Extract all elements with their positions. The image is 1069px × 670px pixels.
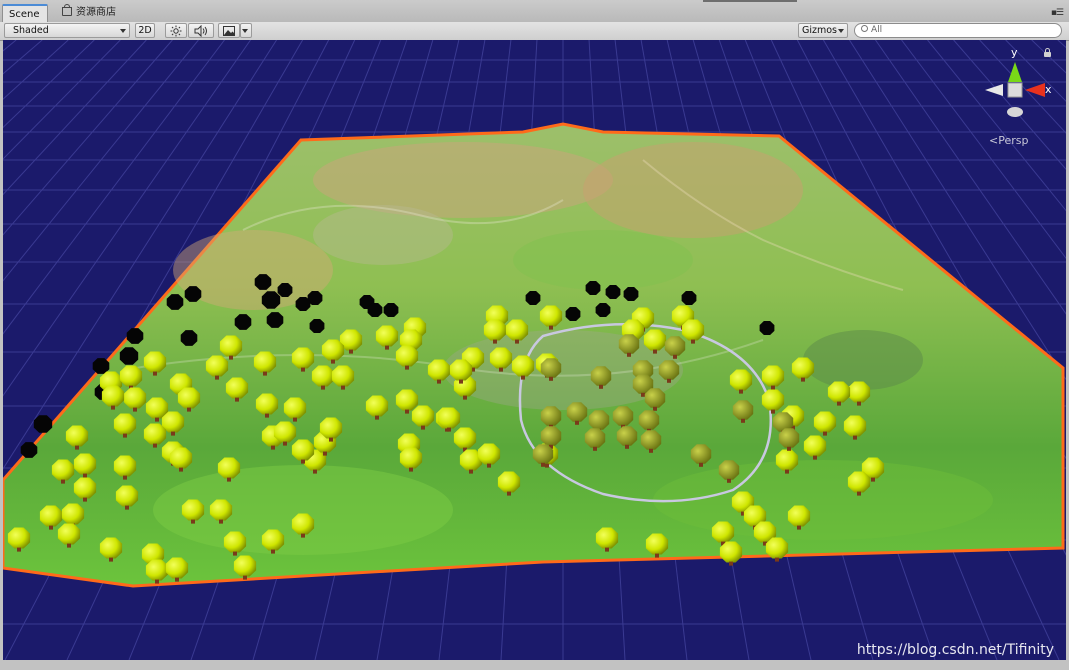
tree-shadow [234, 314, 252, 330]
tree-shadow [261, 291, 281, 309]
scene-audio-button[interactable] [188, 23, 214, 38]
scene-render: y x [3, 40, 1066, 660]
tree-shadow [565, 307, 581, 321]
tree-shadow [623, 287, 639, 301]
gizmos-label: Gizmos [802, 25, 838, 36]
gizmo-center-cube[interactable] [1007, 82, 1023, 98]
tab-scene-label: Scene [9, 9, 40, 20]
sun-icon [170, 25, 182, 37]
axis-y-label: y [1011, 46, 1018, 59]
axis-neg-y-cone[interactable] [1007, 107, 1023, 117]
tree-shadow [309, 319, 325, 333]
tab-strip-accent [703, 0, 797, 2]
lock-icon[interactable] [1044, 48, 1051, 57]
tree-shadow [20, 442, 38, 458]
scene-effects-button[interactable] [218, 23, 240, 38]
window-bottom-border [0, 660, 1069, 670]
tree-shadow [266, 312, 284, 328]
speaker-icon [194, 24, 207, 38]
tree-shadow [119, 347, 139, 365]
image-icon [223, 26, 235, 36]
tree-shadow [595, 303, 611, 317]
axis-x-label: x [1045, 83, 1052, 96]
editor-tab-strip: Scene 资源商店 ▪☰ [0, 0, 1069, 23]
tree-shadow [166, 294, 184, 310]
toggle-2d-button[interactable]: 2D [135, 23, 155, 38]
tree-shadow [295, 297, 311, 311]
tree-shadow [383, 303, 399, 317]
tree-shadow [33, 415, 53, 433]
tree-shadow [585, 281, 601, 295]
tree [719, 541, 743, 566]
tab-asset-store-label: 资源商店 [76, 7, 116, 18]
shading-mode-label: Shaded [13, 25, 49, 36]
toggle-2d-label: 2D [138, 25, 152, 36]
axis-y-cone[interactable] [1008, 62, 1022, 82]
shopping-bag-icon [62, 4, 72, 16]
gizmos-dropdown[interactable]: Gizmos [798, 23, 848, 38]
tree [765, 537, 789, 562]
tab-asset-store[interactable]: 资源商店 [56, 4, 136, 22]
chevron-down-icon [838, 29, 844, 33]
projection-toggle[interactable]: <Persp [989, 134, 1028, 147]
hierarchy-search-field[interactable] [854, 23, 1062, 38]
scene-toolbar: Shaded 2D Gizmos [0, 22, 1069, 41]
shading-mode-dropdown[interactable]: Shaded [4, 23, 130, 38]
projection-label: Persp [998, 134, 1029, 147]
search-input[interactable] [871, 24, 1051, 36]
tree-shadow [525, 291, 541, 305]
search-icon [861, 25, 868, 32]
scene-viewport[interactable]: y x <Persp https://blog.csdn.net/Tifinit… [3, 40, 1066, 660]
tree-shadow [759, 321, 775, 335]
tree-shadow [681, 291, 697, 305]
tab-scene[interactable]: Scene [2, 4, 48, 22]
effects-dropdown-button[interactable] [240, 23, 252, 38]
tree-shadow [180, 330, 198, 346]
chevron-down-icon [242, 29, 248, 33]
tree-shadow [254, 274, 272, 290]
tree-shadow [605, 285, 621, 299]
tree-shadow [126, 328, 144, 344]
axis-x-cone[interactable] [1025, 83, 1045, 97]
tree-shadow [184, 286, 202, 302]
scene-lighting-button[interactable] [165, 23, 187, 38]
tree-shadow [367, 303, 383, 317]
tree-shadow [277, 283, 293, 297]
watermark-text: https://blog.csdn.net/Tifinity [856, 642, 1054, 658]
window-menu-icon[interactable]: ▪☰ [1051, 8, 1064, 18]
chevron-down-icon [120, 29, 126, 33]
